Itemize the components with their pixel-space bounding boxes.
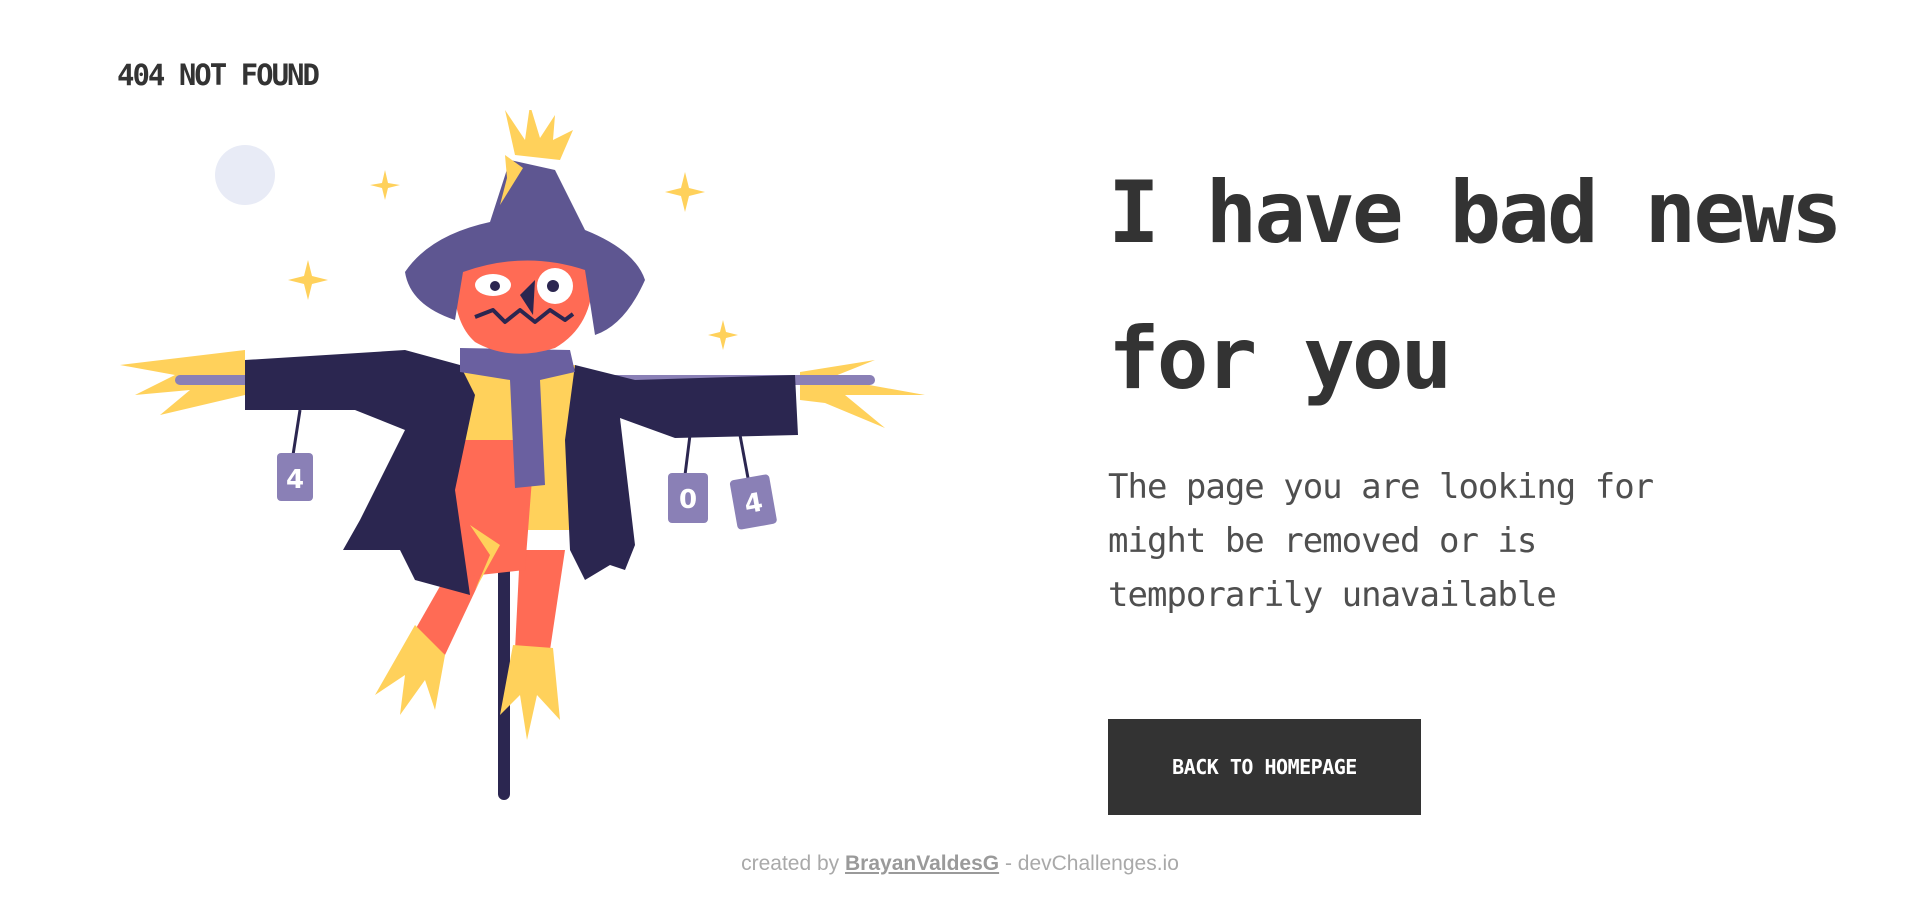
brand-logo: 404 NOT FOUND xyxy=(117,58,320,92)
moon-icon xyxy=(215,145,275,205)
scarecrow-illustration: 4 0 4 xyxy=(120,110,925,800)
footer-prefix: created by xyxy=(741,852,840,875)
back-to-homepage-button[interactable]: BACK TO HOMEPAGE xyxy=(1108,719,1421,815)
footer: created by BrayanValdesG - devChallenges… xyxy=(0,852,1920,876)
description: The page you are looking for might be re… xyxy=(1108,467,1654,615)
headline: I have bad news for you xyxy=(1108,163,1843,409)
author-link[interactable]: BrayanValdesG xyxy=(845,852,999,875)
straw-right-hand xyxy=(800,360,925,428)
hat-straw xyxy=(505,110,573,160)
can-middle-label: 0 xyxy=(679,485,697,515)
can-left-label: 4 xyxy=(286,465,304,495)
footer-suffix: - devChallenges.io xyxy=(1004,852,1179,875)
